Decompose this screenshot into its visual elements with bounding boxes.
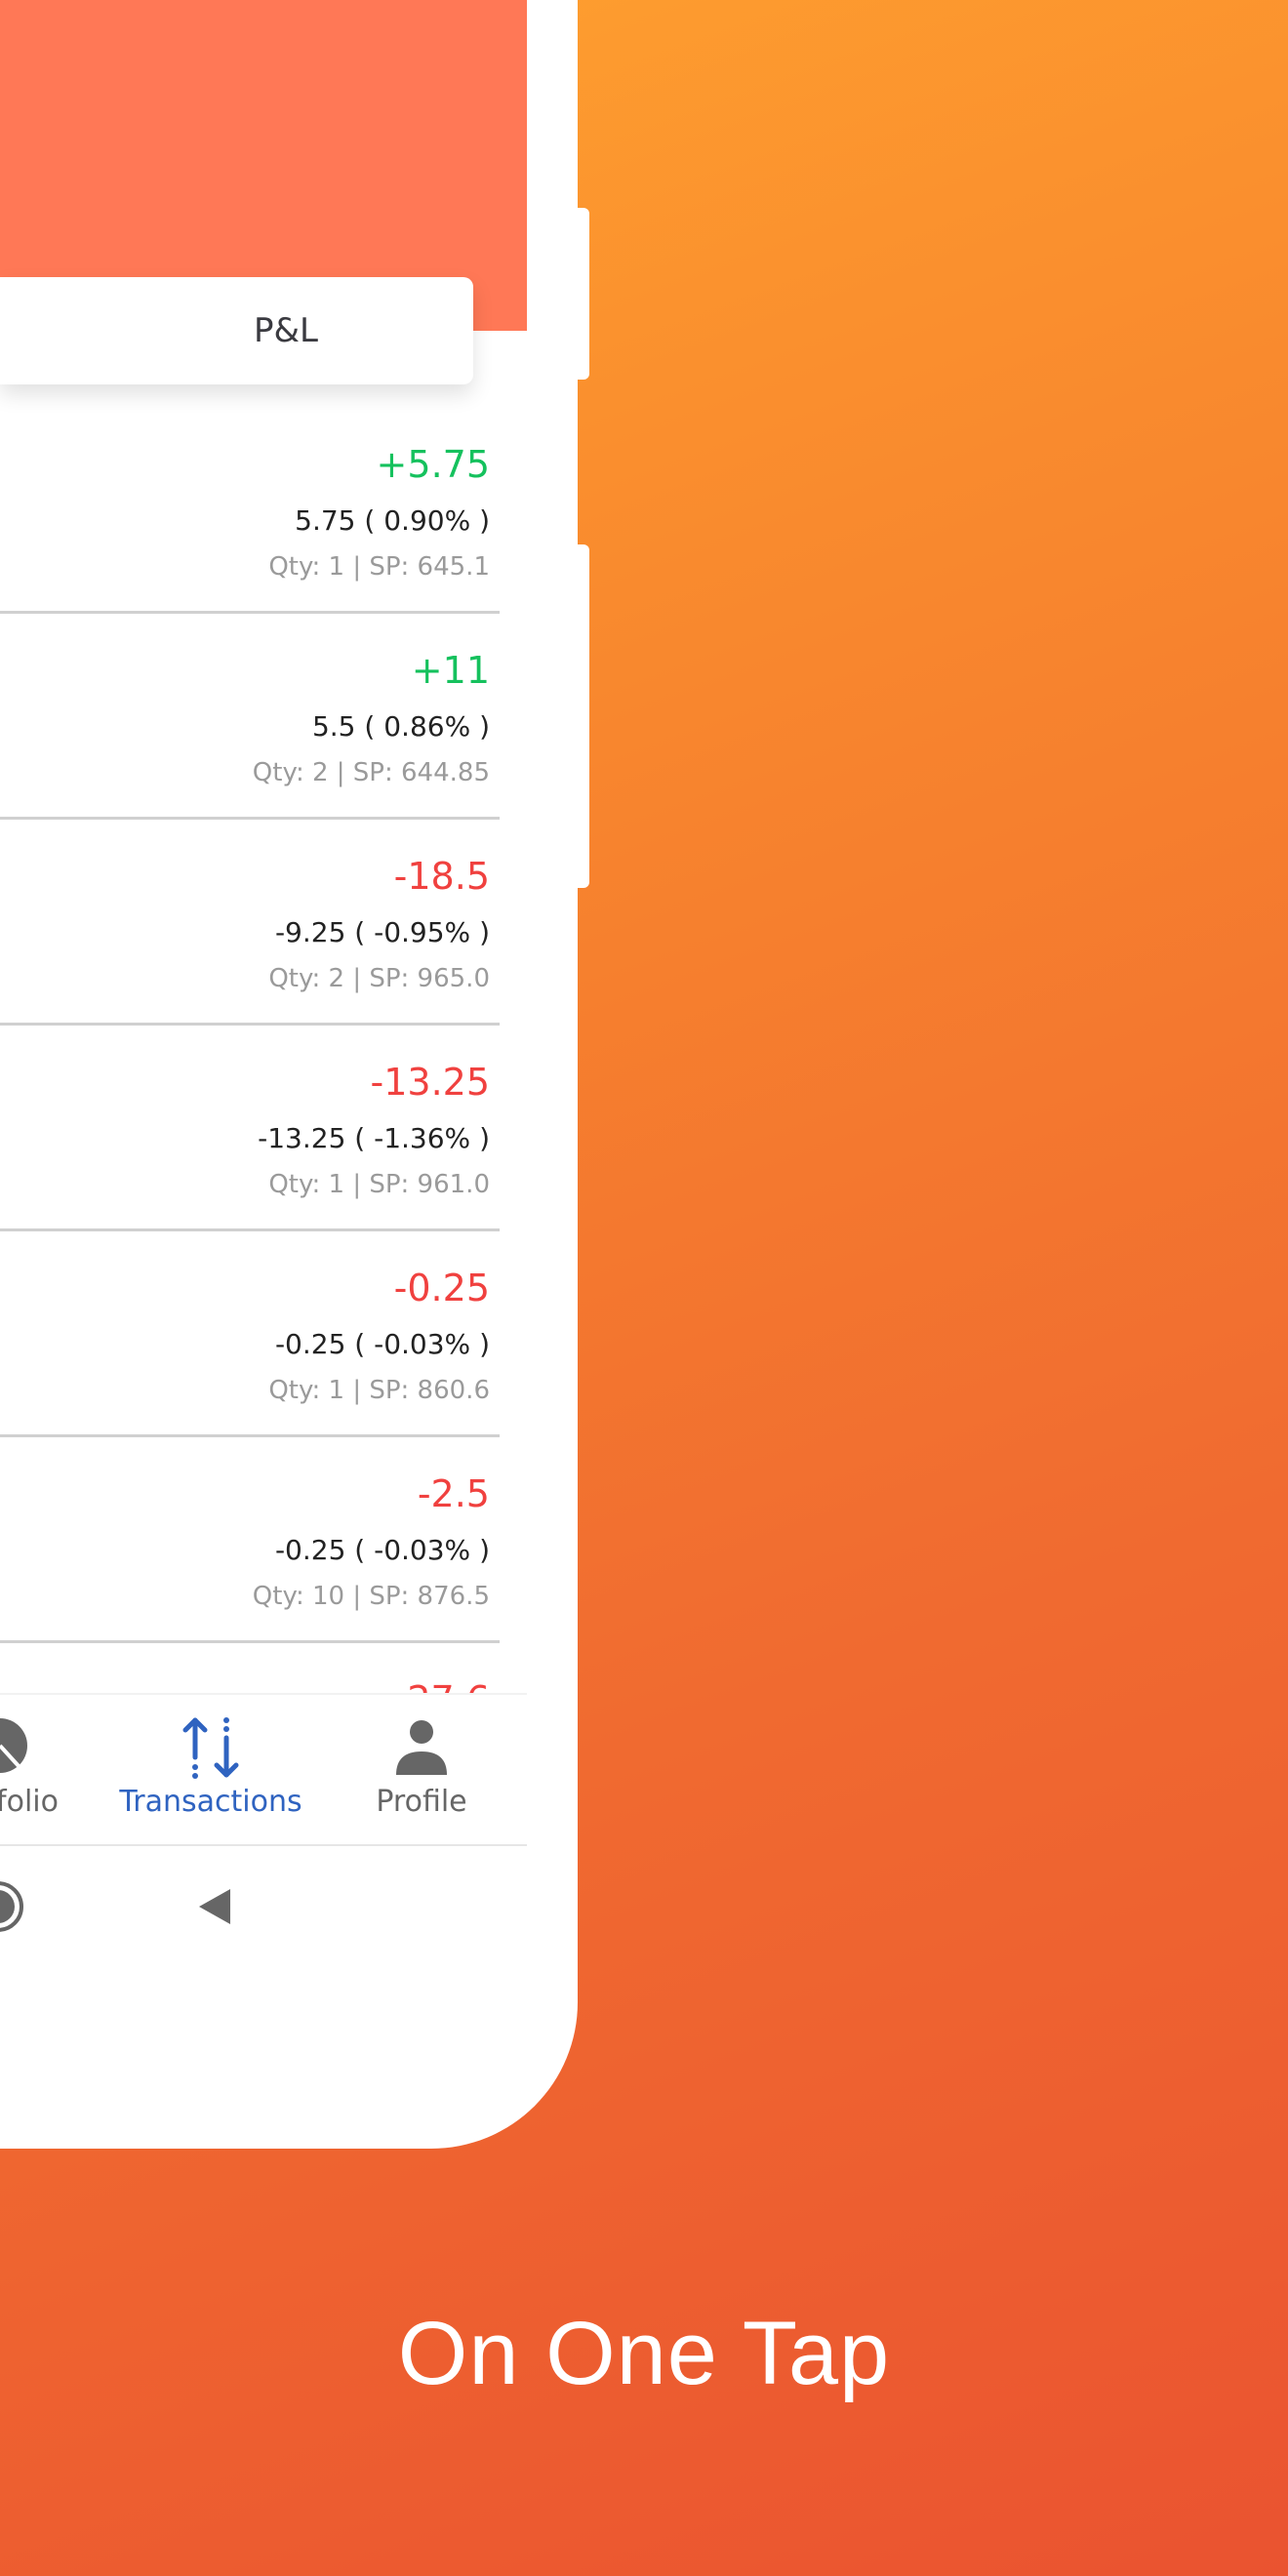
person-icon (396, 1720, 447, 1775)
change-value: 5.5 ( 0.86% ) (311, 710, 490, 743)
transactions-list: +5.75 5.75 ( 0.90% ) Qty: 1 | SP: 645.1 +11… (0, 408, 527, 1693)
transaction-row[interactable]: -18.5 -9.25 ( -0.95% ) Qty: 2 | SP: 965.0 (0, 820, 500, 1026)
tagline: On One Tap (397, 2304, 891, 2403)
pl-value: -27.6 (394, 1676, 490, 1693)
nav-label: folio (0, 1785, 59, 1819)
transaction-row[interactable]: +5.75 5.75 ( 0.90% ) Qty: 1 | SP: 645.1 (0, 408, 500, 614)
nav-profile[interactable]: Profile (314, 1695, 529, 1844)
home-button-icon[interactable] (0, 1879, 25, 1934)
change-value: -9.25 ( -0.95% ) (274, 916, 490, 948)
change-value: -13.25 ( -1.36% ) (258, 1122, 490, 1154)
pl-value: -13.25 (370, 1061, 491, 1104)
qty-sp-details: Qty: 2 | SP: 965.0 (268, 964, 490, 993)
pl-value: +11 (411, 649, 490, 692)
transaction-row[interactable]: -0.25 -0.25 ( -0.03% ) Qty: 1 | SP: 860.6 (0, 1231, 500, 1437)
phone-mockup: P&L +5.75 5.75 ( 0.90% ) Qty: 1 | SP: 645.… (0, 0, 578, 2149)
pl-value: -2.5 (417, 1472, 490, 1515)
qty-sp-details: Qty: 2 | SP: 644.85 (252, 758, 490, 787)
change-value: -0.25 ( -0.03% ) (274, 1534, 490, 1566)
qty-sp-details: Qty: 1 | SP: 961.0 (268, 1170, 490, 1199)
transaction-row[interactable]: -2.5 -0.25 ( -0.03% ) Qty: 10 | SP: 876.5 (0, 1437, 500, 1643)
change-value: -0.25 ( -0.03% ) (274, 1328, 490, 1360)
qty-sp-details: Qty: 1 | SP: 860.6 (268, 1376, 490, 1405)
pie-chart-icon (0, 1718, 27, 1773)
transactions-arrows-icon (182, 1717, 239, 1779)
phone-side-button (576, 544, 589, 888)
pl-value: -0.25 (393, 1267, 490, 1309)
transaction-row[interactable]: +11 5.5 ( 0.86% ) Qty: 2 | SP: 644.85 (0, 614, 500, 820)
nav-label: Profile (376, 1785, 467, 1819)
nav-portfolio[interactable]: folio (0, 1695, 107, 1844)
nav-label: Transactions (119, 1785, 302, 1819)
system-nav-bar (0, 1844, 527, 1971)
qty-sp-details: Qty: 10 | SP: 876.5 (252, 1582, 490, 1611)
change-value: 5.75 ( 0.90% ) (295, 504, 490, 537)
phone-side-button (576, 208, 589, 380)
transaction-row[interactable]: -13.25 -13.25 ( -1.36% ) Qty: 1 | SP: 961.… (0, 1026, 500, 1231)
pl-value: -18.5 (393, 855, 490, 898)
tab-pl[interactable]: P&L (195, 277, 377, 384)
tab-bar: P&L (0, 277, 473, 384)
back-button-icon[interactable] (195, 1885, 234, 1928)
transaction-row[interactable]: -27.6 (0, 1643, 500, 1693)
qty-sp-details: Qty: 1 | SP: 645.1 (268, 552, 490, 582)
nav-transactions[interactable]: Transactions (103, 1695, 318, 1844)
pl-value: +5.75 (376, 443, 490, 486)
bottom-nav: folio Transactions Profile (0, 1693, 527, 1846)
